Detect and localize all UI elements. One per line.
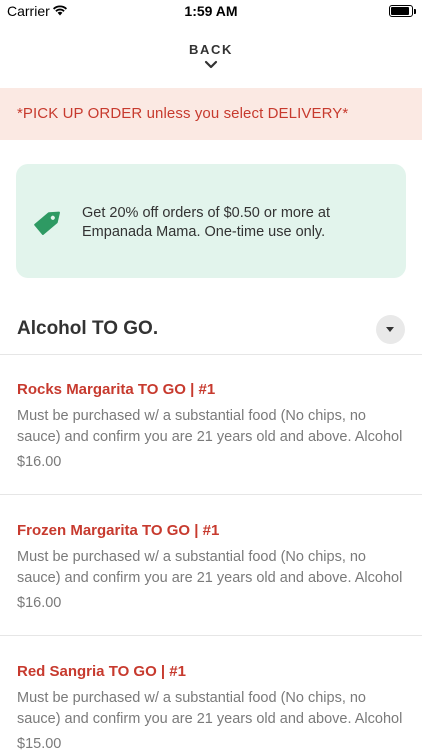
pickup-notice-text: *PICK UP ORDER unless you select DELIVER… <box>17 105 349 122</box>
menu-item-name: Red Sangria TO GO | #1 <box>17 663 186 680</box>
promo-card[interactable]: Get 20% off orders of $0.50 or more at E… <box>16 164 406 278</box>
clock: 1:59 AM <box>184 3 238 19</box>
menu-item-description: Must be purchased w/ a substantial food … <box>17 690 403 727</box>
section-title: Alcohol TO GO. <box>17 318 159 339</box>
status-bar: Carrier 1:59 AM <box>0 0 422 24</box>
menu-item-description: Must be purchased w/ a substantial food … <box>17 549 403 586</box>
section-collapse-toggle[interactable] <box>376 315 405 344</box>
promo-text: Get 20% off orders of $0.50 or more at E… <box>82 205 330 240</box>
battery-icon <box>389 5 416 17</box>
chevron-down-icon <box>204 60 218 69</box>
menu-item[interactable]: Red Sangria TO GO | #1 Must be purchased… <box>0 636 422 750</box>
menu-item-price: $15.00 <box>17 736 62 750</box>
back-label: BACK <box>189 42 233 57</box>
battery-level <box>391 7 409 15</box>
tag-icon <box>34 211 60 235</box>
menu-item-description: Must be purchased w/ a substantial food … <box>17 408 403 445</box>
menu-item[interactable]: Rocks Margarita TO GO | #1 Must be purch… <box>0 354 422 494</box>
menu-item-name: Rocks Margarita TO GO | #1 <box>17 381 216 398</box>
menu-item[interactable]: Frozen Margarita TO GO | #1 Must be purc… <box>0 495 422 635</box>
back-button[interactable]: BACK <box>0 42 422 70</box>
menu-item-name: Frozen Margarita TO GO | #1 <box>17 522 220 539</box>
menu-item-price: $16.00 <box>17 454 62 470</box>
pickup-notice-banner: *PICK UP ORDER unless you select DELIVER… <box>0 88 422 140</box>
menu-item-price: $16.00 <box>17 595 62 611</box>
